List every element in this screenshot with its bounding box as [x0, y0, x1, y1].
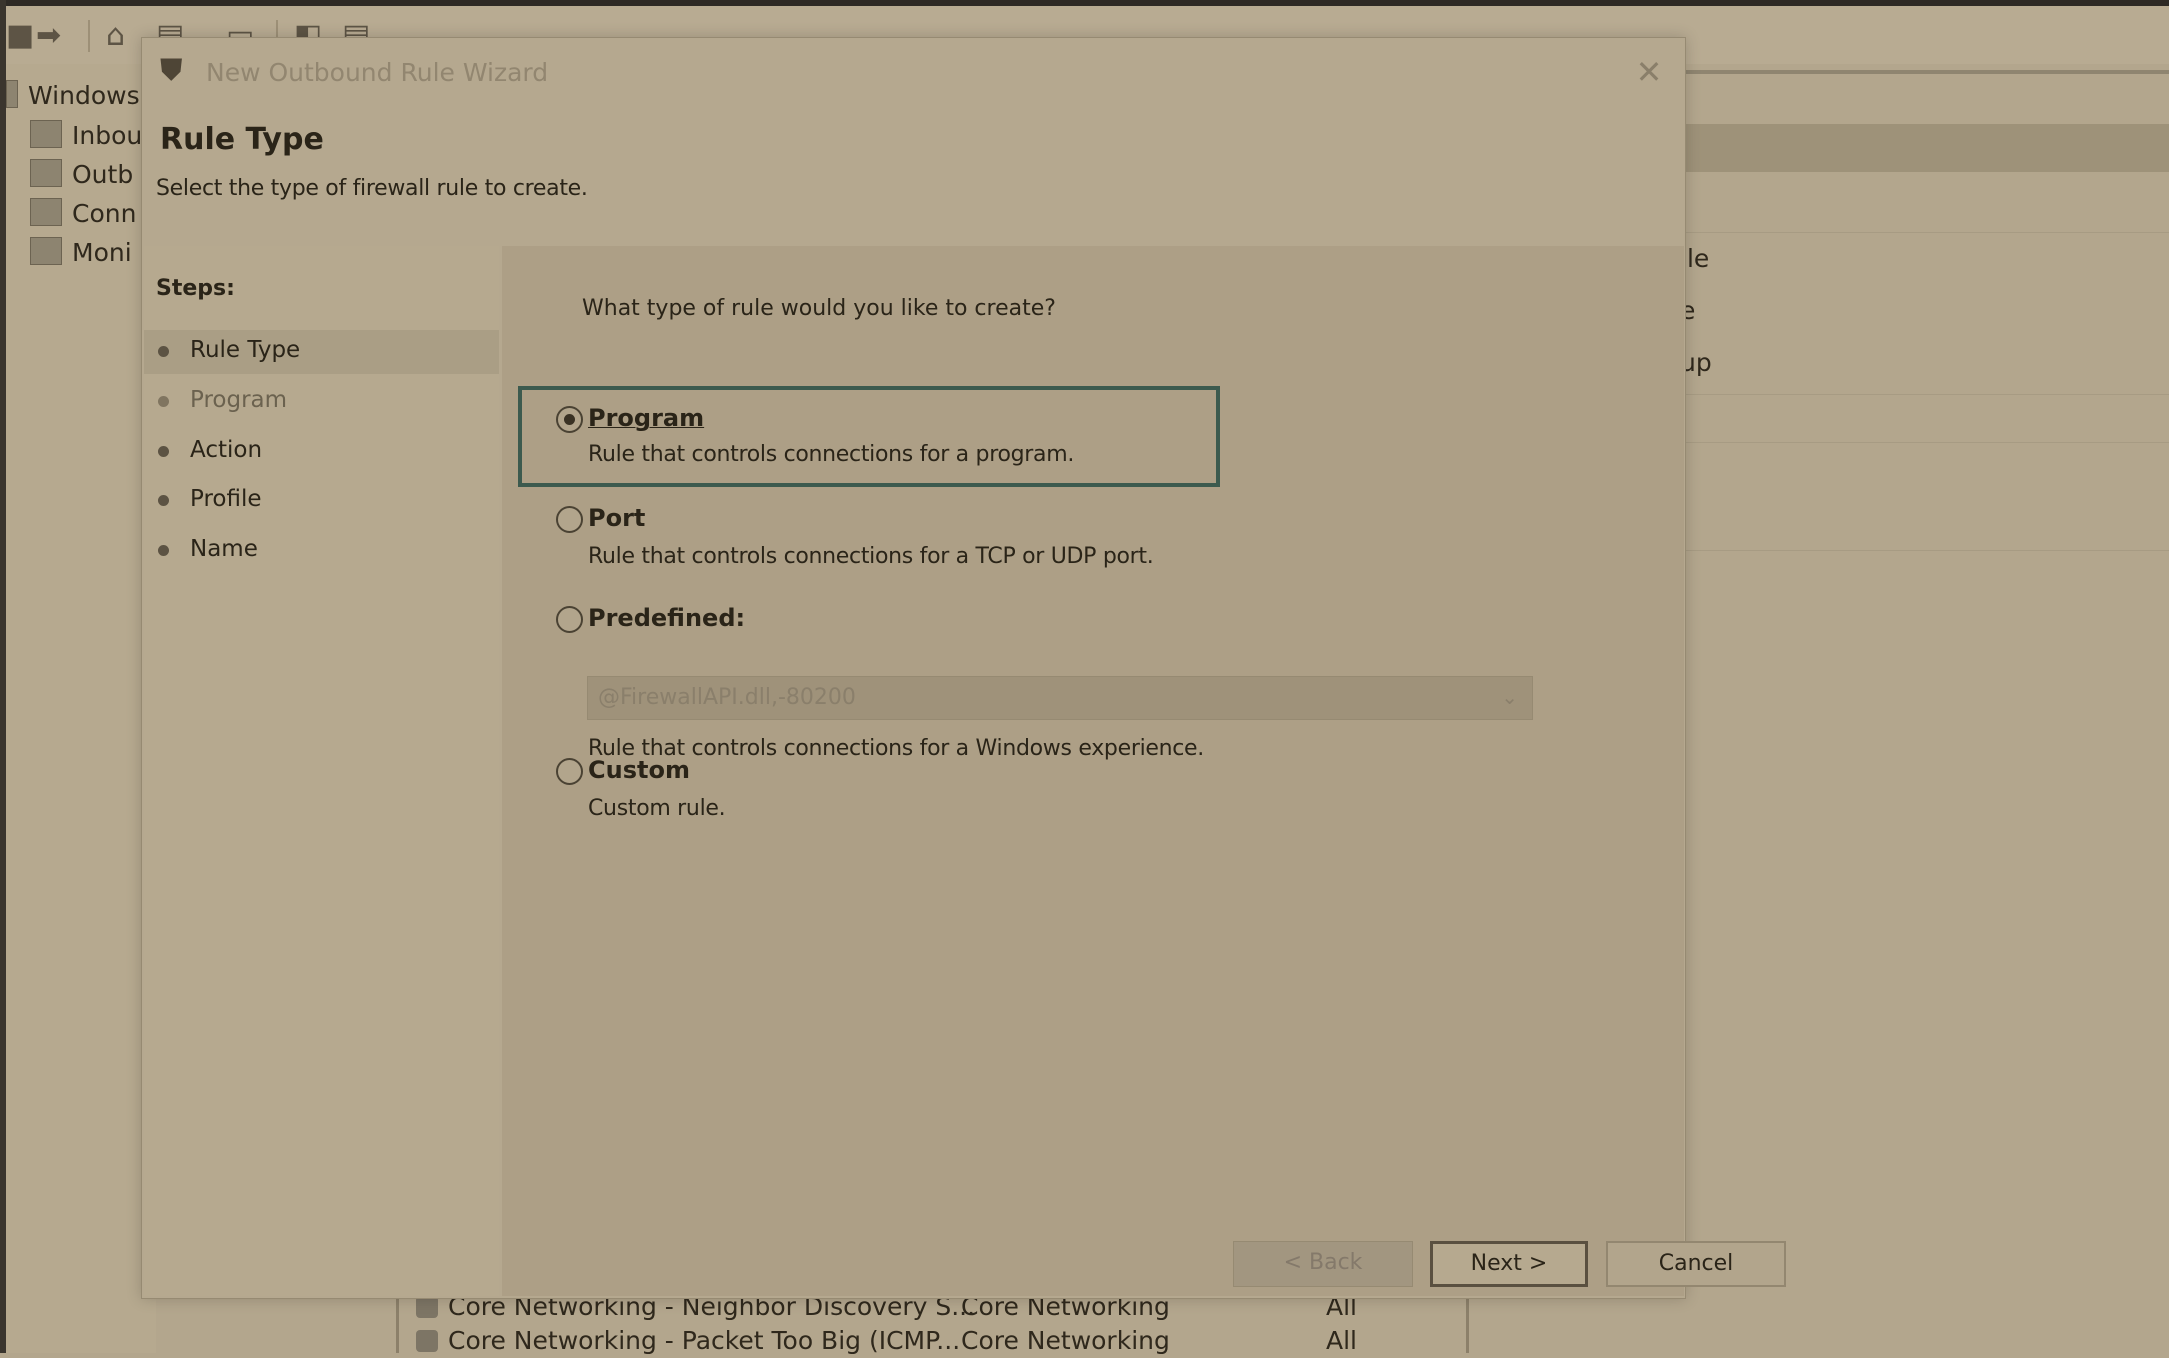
option-custom-description: Custom rule. [588, 796, 726, 821]
content-pane: What type of rule would you like to crea… [502, 246, 1786, 1296]
actions-header-line [1680, 70, 2169, 74]
steps-pane: Steps: Rule Type Program Action Profile … [144, 246, 499, 1296]
forward-arrow-icon[interactable]: ➡ [36, 20, 61, 52]
radio-custom[interactable] [556, 758, 583, 785]
option-predefined-label[interactable]: Predefined: [588, 604, 745, 632]
actions-pane: ile e up [1680, 64, 2169, 1353]
connection-security-icon [30, 198, 62, 226]
divider [1680, 232, 2169, 233]
step-rule-type: Rule Type [144, 330, 499, 374]
step-bullet-icon [158, 346, 169, 357]
tree-item-inbound-rules[interactable]: Inbou [30, 118, 142, 154]
option-custom-label[interactable]: Custom [588, 756, 690, 784]
focus-rectangle [518, 386, 1220, 487]
rule-enabled-icon [416, 1330, 438, 1352]
predefined-select-value: @FirewallAPI.dll,-80200 [598, 685, 856, 710]
tree-item-outbound-rules[interactable]: Outb [30, 157, 133, 193]
steps-label: Steps: [156, 276, 235, 301]
page-title: Rule Type [160, 122, 324, 157]
step-action: Action [144, 430, 499, 474]
up-folder-icon[interactable]: ⌂ [106, 20, 125, 52]
step-bullet-icon [158, 446, 169, 457]
actions-title-bar [1680, 124, 2169, 172]
back-arrow-icon[interactable]: ■ [6, 20, 34, 52]
step-program: Program [144, 380, 499, 424]
dialog-title-bar[interactable]: ⛊ New Outbound Rule Wizard ✕ [142, 38, 1685, 108]
outbound-rules-icon [30, 159, 62, 187]
tree-item-monitoring[interactable]: Moni [30, 235, 132, 271]
step-bullet-icon [158, 545, 169, 556]
new-outbound-rule-wizard-dialog: ⛊ New Outbound Rule Wizard ✕ Rule Type S… [141, 37, 1786, 1299]
divider [1680, 442, 2169, 443]
rule-enabled-icon [416, 1296, 438, 1318]
option-program-label[interactable]: Program [588, 404, 704, 432]
step-name: Name [144, 529, 499, 573]
option-port-description: Rule that controls connections for a TCP… [588, 544, 1154, 569]
rule-type-question: What type of rule would you like to crea… [582, 296, 1056, 321]
cancel-button[interactable]: Cancel [1606, 1241, 1786, 1287]
firewall-icon [6, 80, 18, 108]
close-button[interactable]: ✕ [1629, 52, 1669, 92]
tree-item-root[interactable]: Windows [6, 78, 140, 114]
radio-port[interactable] [556, 506, 583, 533]
divider [1680, 550, 2169, 551]
toolbar-separator [88, 20, 90, 52]
tree-item-connection-security[interactable]: Conn [30, 196, 136, 232]
step-bullet-icon [158, 396, 169, 407]
step-profile: Profile [144, 479, 499, 523]
console-tree: Windows Inbou Outb Conn Moni [6, 64, 156, 1353]
chevron-down-icon: ⌄ [1501, 685, 1518, 709]
radio-predefined[interactable] [556, 606, 583, 633]
radio-program[interactable] [556, 406, 583, 433]
option-program-description: Rule that controls connections for a pro… [588, 442, 1075, 467]
back-button[interactable]: < Back [1233, 1241, 1413, 1287]
dialog-title: New Outbound Rule Wizard [206, 58, 549, 87]
step-bullet-icon [158, 495, 169, 506]
monitoring-icon [30, 237, 62, 265]
rules-list: Core Networking - Neighbor Discovery S..… [396, 1290, 1474, 1355]
page-subtitle: Select the type of firewall rule to crea… [156, 176, 588, 201]
inbound-rules-icon [30, 120, 62, 148]
predefined-rules-select[interactable]: @FirewallAPI.dll,-80200 ⌄ [587, 676, 1533, 720]
list-border-right [1466, 1290, 1469, 1353]
option-port-label[interactable]: Port [588, 504, 645, 532]
divider [1680, 394, 2169, 395]
firewall-wizard-icon: ⛊ [160, 53, 183, 88]
next-button[interactable]: Next > [1430, 1241, 1588, 1287]
